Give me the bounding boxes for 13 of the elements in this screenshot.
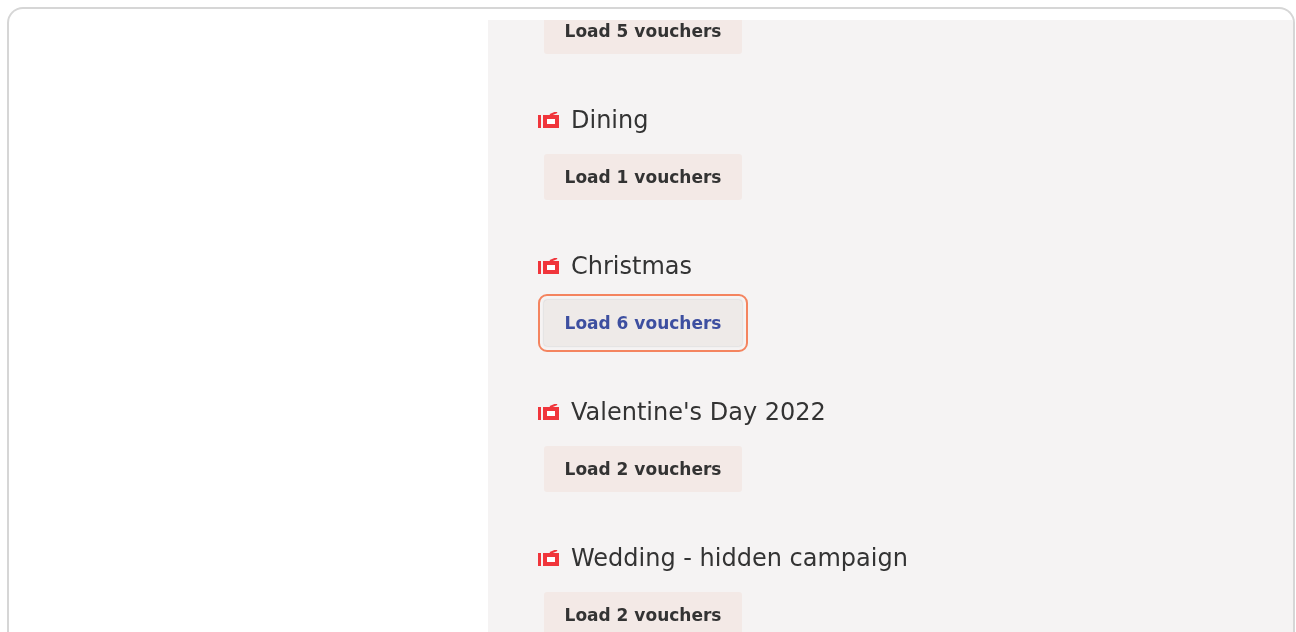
load-vouchers-button[interactable]: Load 1 vouchers bbox=[544, 154, 742, 200]
ticket-icon bbox=[538, 404, 559, 420]
campaign-title: Dining bbox=[571, 106, 649, 134]
ticket-icon bbox=[538, 112, 559, 128]
campaign-title: Valentine's Day 2022 bbox=[571, 398, 826, 426]
load-vouchers-button[interactable]: Load 5 vouchers bbox=[544, 20, 742, 54]
load-vouchers-button[interactable]: Load 2 vouchers bbox=[544, 446, 742, 492]
ticket-icon bbox=[538, 258, 559, 274]
campaign-title: Christmas bbox=[571, 252, 692, 280]
load-vouchers-button[interactable]: Load 6 vouchers bbox=[544, 300, 742, 346]
load-vouchers-button[interactable]: Load 2 vouchers bbox=[544, 592, 742, 632]
campaign-title: Wedding - hidden campaign bbox=[571, 544, 908, 572]
ticket-icon bbox=[538, 550, 559, 566]
